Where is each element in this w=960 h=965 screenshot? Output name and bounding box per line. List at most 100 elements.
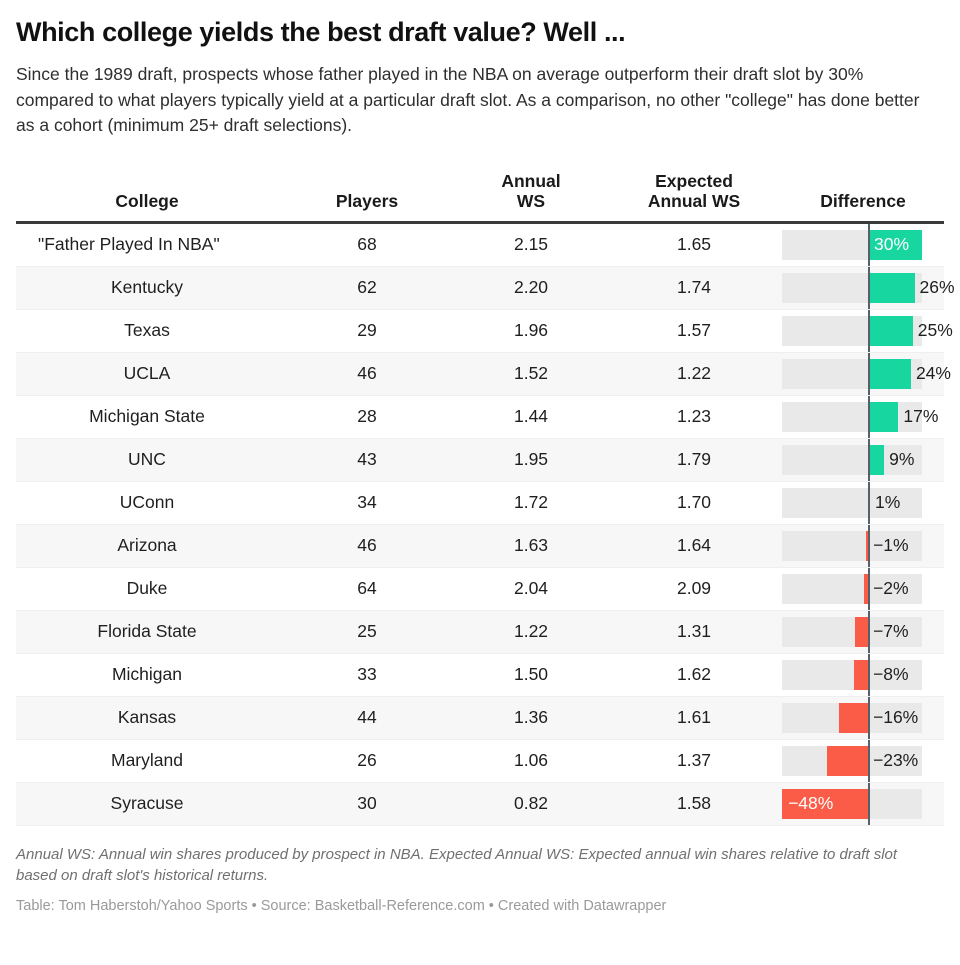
cell-expected-annual-ws: 1.64 bbox=[606, 524, 782, 568]
table-row[interactable]: Maryland 26 1.06 1.37 −23% bbox=[16, 739, 944, 783]
difference-value-label: −48% bbox=[788, 793, 834, 814]
cell-difference: 30% bbox=[782, 222, 944, 267]
difference-value-label: 24% bbox=[915, 363, 951, 384]
difference-value-label: −7% bbox=[873, 621, 909, 642]
column-header-difference[interactable]: Difference bbox=[782, 170, 944, 224]
difference-bar-wrapper: −8% bbox=[782, 653, 944, 696]
zero-baseline bbox=[868, 696, 870, 739]
zero-baseline bbox=[868, 782, 870, 825]
table-row[interactable]: Florida State 25 1.22 1.31 −7% bbox=[16, 610, 944, 654]
difference-bar-wrapper: 24% bbox=[782, 352, 951, 395]
cell-expected-annual-ws: 1.65 bbox=[606, 222, 782, 267]
table-row[interactable]: UNC 43 1.95 1.79 9% bbox=[16, 438, 944, 482]
cell-difference: 1% bbox=[782, 481, 944, 525]
cell-difference: 26% bbox=[782, 266, 955, 310]
table-row[interactable]: Arizona 46 1.63 1.64 −1% bbox=[16, 524, 944, 568]
cell-annual-ws: 1.52 bbox=[456, 352, 606, 396]
cell-college: Florida State bbox=[16, 610, 278, 654]
difference-value-label: 1% bbox=[875, 492, 901, 513]
difference-value-label: −1% bbox=[873, 535, 909, 556]
cell-difference: −23% bbox=[782, 739, 944, 783]
cell-college: Kansas bbox=[16, 696, 278, 740]
cell-expected-annual-ws: 1.58 bbox=[606, 782, 782, 826]
difference-bar-wrapper: −7% bbox=[782, 610, 944, 653]
cell-difference: −2% bbox=[782, 567, 944, 611]
zero-baseline bbox=[868, 266, 870, 309]
cell-annual-ws: 1.96 bbox=[456, 309, 606, 353]
draft-value-table: College Players Annual WS Expected Annua… bbox=[16, 170, 955, 826]
zero-baseline bbox=[868, 567, 870, 610]
cell-players: 26 bbox=[278, 739, 456, 783]
cell-annual-ws: 1.22 bbox=[456, 610, 606, 654]
difference-value-label: −2% bbox=[873, 578, 909, 599]
table-row[interactable]: Duke 64 2.04 2.09 −2% bbox=[16, 567, 944, 611]
difference-bar-wrapper: −23% bbox=[782, 739, 944, 782]
difference-bar-wrapper: 9% bbox=[782, 438, 944, 481]
zero-baseline bbox=[868, 395, 870, 438]
difference-bar-wrapper: 25% bbox=[782, 309, 953, 352]
cell-players: 33 bbox=[278, 653, 456, 697]
difference-value-label: 26% bbox=[919, 277, 955, 298]
table-row[interactable]: Michigan State 28 1.44 1.23 17% bbox=[16, 395, 944, 439]
cell-college: Michigan bbox=[16, 653, 278, 697]
column-header-college[interactable]: College bbox=[16, 170, 278, 224]
difference-bar-wrapper: 30% bbox=[782, 223, 944, 266]
bar-positive bbox=[868, 444, 885, 475]
cell-annual-ws: 1.44 bbox=[456, 395, 606, 439]
cell-difference: −16% bbox=[782, 696, 944, 740]
bar-positive bbox=[868, 315, 913, 346]
difference-bar-wrapper: −1% bbox=[782, 524, 944, 567]
table-row[interactable]: Kentucky 62 2.20 1.74 26% bbox=[16, 266, 955, 310]
bar-negative bbox=[853, 659, 868, 690]
difference-value-label: −23% bbox=[873, 750, 919, 771]
cell-players: 43 bbox=[278, 438, 456, 482]
cell-players: 46 bbox=[278, 524, 456, 568]
cell-expected-annual-ws: 1.23 bbox=[606, 395, 782, 439]
difference-value-label: −8% bbox=[873, 664, 909, 685]
cell-college: UCLA bbox=[16, 352, 278, 396]
zero-baseline bbox=[868, 610, 870, 653]
difference-value-label: 9% bbox=[889, 449, 915, 470]
bar-positive bbox=[868, 358, 911, 389]
cell-college: Syracuse bbox=[16, 782, 278, 826]
cell-players: 25 bbox=[278, 610, 456, 654]
difference-value-label: 30% bbox=[874, 234, 910, 255]
table-row[interactable]: Kansas 44 1.36 1.61 −16% bbox=[16, 696, 944, 740]
table-row[interactable]: UConn 34 1.72 1.70 1% bbox=[16, 481, 944, 525]
table-row[interactable]: Texas 29 1.96 1.57 25% bbox=[16, 309, 953, 353]
cell-annual-ws: 2.04 bbox=[456, 567, 606, 611]
bar-positive bbox=[868, 401, 899, 432]
bar-track bbox=[782, 487, 922, 518]
difference-bar-wrapper: 17% bbox=[782, 395, 944, 438]
column-header-annual-ws[interactable]: Annual WS bbox=[456, 170, 606, 224]
bar-track bbox=[782, 401, 922, 432]
cell-expected-annual-ws: 1.74 bbox=[606, 266, 782, 310]
table-credit: Table: Tom Haberstoh/Yahoo Sports • Sour… bbox=[16, 897, 667, 914]
table-row[interactable]: "Father Played In NBA" 68 2.15 1.65 30% bbox=[16, 222, 944, 267]
zero-baseline bbox=[868, 524, 870, 567]
cell-players: 44 bbox=[278, 696, 456, 740]
cell-college: UNC bbox=[16, 438, 278, 482]
column-header-players[interactable]: Players bbox=[278, 170, 456, 224]
cell-expected-annual-ws: 1.57 bbox=[606, 309, 782, 353]
table-row[interactable]: Syracuse 30 0.82 1.58 −48% bbox=[16, 782, 944, 826]
column-header-expected-annual-ws[interactable]: Expected Annual WS bbox=[606, 170, 782, 224]
table-body: "Father Played In NBA" 68 2.15 1.65 30% Kentu… bbox=[16, 222, 955, 826]
difference-bar-wrapper: −48% bbox=[782, 782, 944, 825]
bar-negative bbox=[855, 616, 868, 647]
difference-value-label: 17% bbox=[903, 406, 939, 427]
cell-difference: 17% bbox=[782, 395, 944, 439]
table-row[interactable]: Michigan 33 1.50 1.62 −8% bbox=[16, 653, 944, 697]
cell-annual-ws: 1.63 bbox=[456, 524, 606, 568]
annual-ws-line-1: Annual bbox=[501, 170, 561, 191]
zero-baseline bbox=[868, 223, 870, 266]
table-row[interactable]: UCLA 46 1.52 1.22 24% bbox=[16, 352, 951, 396]
expected-ws-line-2: Annual WS bbox=[647, 191, 741, 212]
cell-expected-annual-ws: 2.09 bbox=[606, 567, 782, 611]
table-header: College Players Annual WS Expected Annua… bbox=[16, 170, 944, 224]
cell-expected-annual-ws: 1.22 bbox=[606, 352, 782, 396]
cell-expected-annual-ws: 1.70 bbox=[606, 481, 782, 525]
table-notes: Annual WS: Annual win shares produced by… bbox=[16, 845, 898, 884]
table-visualization: Which college yields the best draft valu… bbox=[0, 0, 960, 965]
difference-bar-wrapper: −16% bbox=[782, 696, 944, 739]
